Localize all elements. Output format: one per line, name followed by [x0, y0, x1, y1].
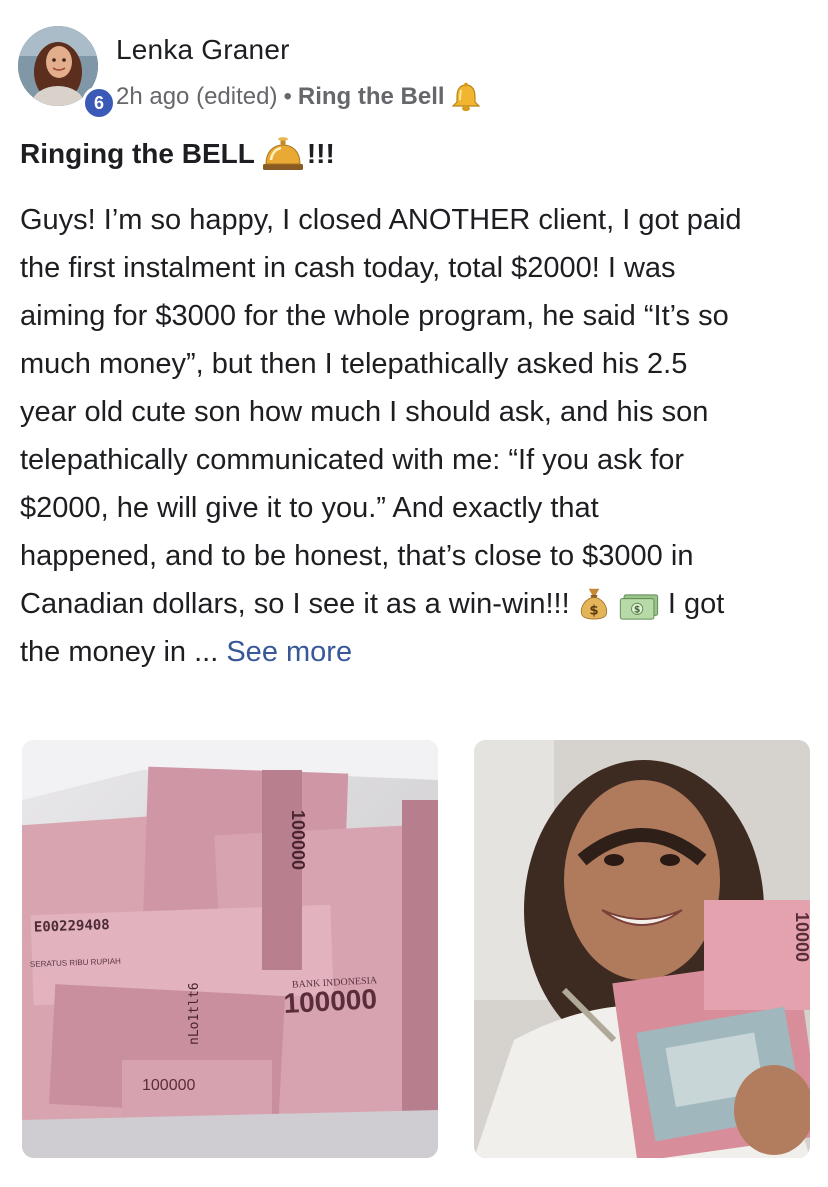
banknote-value-text: 100000: [283, 983, 378, 1019]
bell-icon: [449, 82, 483, 112]
banknote-serial-text: E00229408: [34, 917, 110, 936]
money-bag-icon: $: [578, 585, 610, 636]
photo-cash-banknotes[interactable]: E00229408 SERATUS RIBU RUPIAH BANK INDON…: [22, 740, 438, 1158]
banknote-vertical-value: 100000: [288, 810, 308, 870]
post-header: 6 Lenka Graner 2h ago (edited) • Ring th…: [18, 26, 808, 120]
post-body-line: Guys! I’m so happy, I closed ANOTHER cli…: [20, 204, 742, 236]
post-title-suffix: !!!: [306, 138, 335, 169]
post-body: Guys! I’m so happy, I closed ANOTHER cli…: [20, 196, 810, 676]
post-time: 2h ago (edited): [116, 83, 278, 110]
post-body-line-text-after: I got: [667, 588, 725, 620]
post-title: Ringing the BELL !!!: [20, 136, 335, 172]
post-body-line: year old cute son how much I should ask,…: [20, 396, 709, 428]
post-body-line: the first instalment in cash today, tota…: [20, 252, 676, 284]
woman-holding-cash-photo: 10000: [474, 740, 810, 1158]
cash-banknotes-photo: E00229408 SERATUS RIBU RUPIAH BANK INDON…: [22, 740, 438, 1158]
post-title-text: Ringing the BELL: [20, 138, 255, 169]
level-badge: 6: [82, 86, 116, 120]
banknote-value-text-2: 100000: [142, 1077, 195, 1094]
post-body-last-line: the money in ...: [20, 636, 219, 668]
post-body-line-text: Canadian dollars, so I see it as a win-w…: [20, 588, 570, 620]
post-body-line: much money”, but then I telepathically a…: [20, 348, 688, 380]
dollar-banknote-icon: $: [618, 588, 660, 636]
post-body-line: Canadian dollars, so I see it as a win-w…: [20, 580, 810, 628]
banknote-vertical-value-right: 10000: [792, 912, 810, 962]
svg-text:$: $: [634, 605, 640, 616]
post-body-line: telepathically communicated with me: “If…: [20, 444, 685, 476]
meta-separator: •: [283, 83, 292, 110]
post-body-line: $2000, he will give it to you.” And exac…: [20, 492, 599, 524]
post-meta: 2h ago (edited) • Ring the Bell: [116, 82, 483, 112]
see-more-link[interactable]: See more: [226, 636, 352, 668]
post-body-line: happened, and to be honest, that’s close…: [20, 540, 694, 572]
post-body-line: aiming for $3000 for the whole program, …: [20, 300, 729, 332]
photo-woman-holding-cash[interactable]: 10000: [474, 740, 810, 1158]
service-bell-icon: [261, 136, 305, 172]
svg-text:$: $: [589, 604, 598, 619]
banknote-vertical-serial: nLo1tlt6: [187, 982, 202, 1045]
post-category[interactable]: Ring the Bell: [298, 83, 445, 111]
author-avatar-wrap[interactable]: 6: [18, 26, 116, 120]
author-name[interactable]: Lenka Graner: [116, 34, 290, 66]
post-body-line: the money in ... See more: [20, 628, 810, 676]
